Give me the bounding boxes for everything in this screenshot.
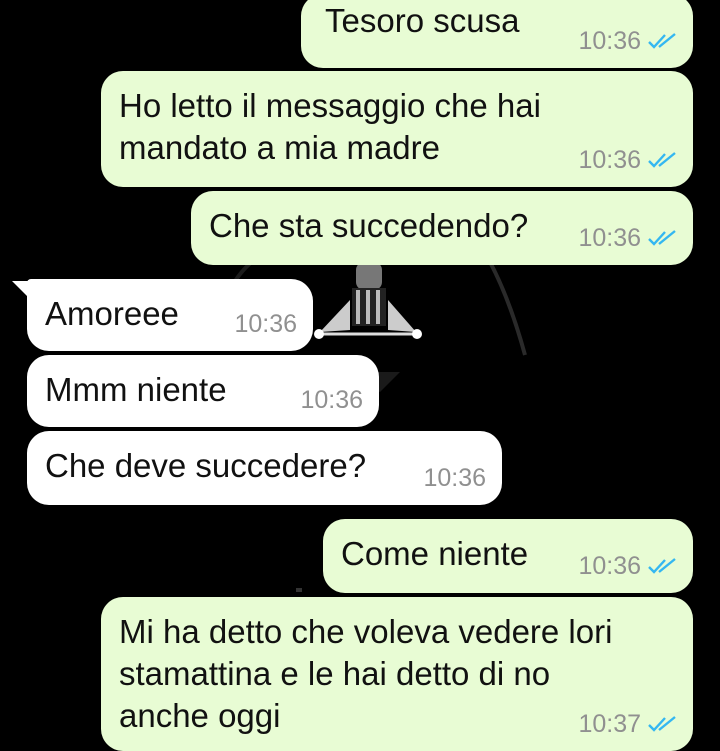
message-bubble-outgoing[interactable]: Mi ha detto che voleva vedere lori stama… [101,597,693,751]
message-meta: 10:36 [423,457,486,499]
message-bubble-incoming[interactable]: Mmm niente 10:36 [27,355,379,427]
message-meta: 10:36 [578,217,677,259]
message-bubble-outgoing[interactable]: Che sta succedendo? 10:36 [191,191,693,265]
double-check-icon [648,33,676,49]
message-bubble-outgoing[interactable]: Tesoro scusa 10:36 [301,0,693,68]
double-check-icon [648,558,676,574]
message-time: 10:36 [578,224,641,252]
message-meta: 10:37 [578,703,677,745]
message-meta: 10:36 [578,545,677,587]
message-time: 10:36 [578,146,641,174]
message-bubble-incoming[interactable]: Che deve succedere? 10:36 [27,431,502,505]
message-meta: 10:36 [234,303,297,345]
message-text: Che deve succedere? [45,447,367,484]
message-meta: 10:36 [300,379,363,421]
message-bubble-outgoing[interactable]: Come niente 10:36 [323,519,693,593]
message-meta: 10:36 [578,20,677,62]
double-check-icon [648,152,676,168]
message-time: 10:37 [578,710,641,738]
message-time: 10:36 [234,310,297,338]
message-time: 10:36 [578,552,641,580]
double-check-icon [648,230,676,246]
message-bubble-incoming[interactable]: Amoreee 10:36 [27,279,313,351]
message-time: 10:36 [300,386,363,414]
message-time: 10:36 [423,464,486,492]
message-time: 10:36 [578,27,641,55]
message-meta: 10:36 [578,139,677,181]
message-bubble-outgoing[interactable]: Ho letto il messaggio che hai mandato a … [101,71,693,187]
double-check-icon [648,716,676,732]
